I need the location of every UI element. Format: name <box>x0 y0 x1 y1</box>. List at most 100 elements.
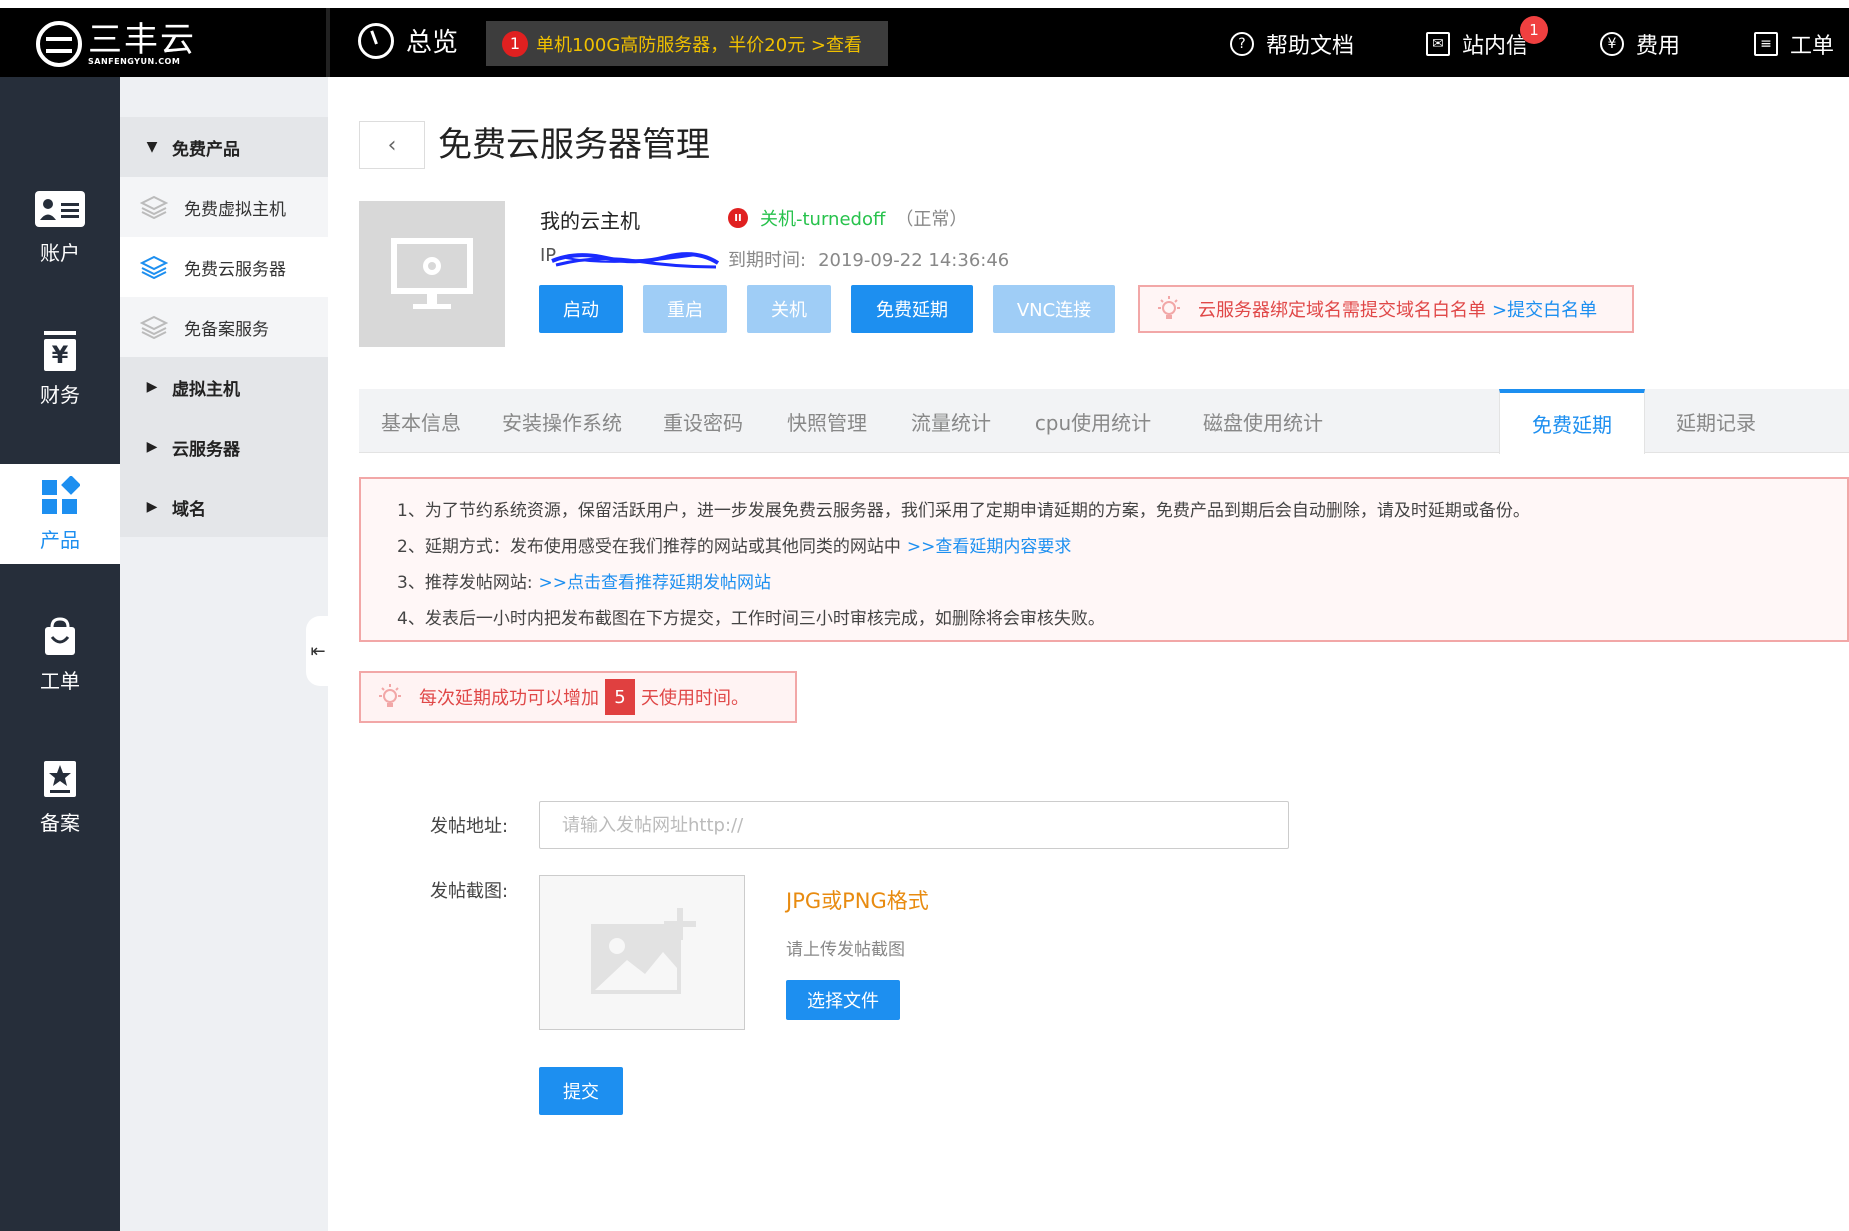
record-icon <box>35 759 85 799</box>
back-button[interactable]: ‹ <box>359 121 425 169</box>
billing-link[interactable]: ¥ 费用 <box>1600 28 1680 60</box>
message-count-badge: 1 <box>1520 16 1548 44</box>
sidebar-label-finance: 财务 <box>40 382 80 407</box>
bonus-days: 5 <box>605 679 635 715</box>
sidebar-item-free-cloud-server[interactable]: 免费云服务器 <box>120 237 328 297</box>
extend-rules: 1、为了节约系统资源，保留活跃用户，进一步发展免费云服务器，我们采用了定期申请延… <box>359 477 1849 642</box>
bonus-text-before: 每次延期成功可以增加 <box>419 688 599 709</box>
sidebar-item-product[interactable]: 产品 <box>0 464 120 564</box>
caret-down-icon: ▼ <box>146 139 158 155</box>
item-label-free-vhost: 免费虚拟主机 <box>184 199 286 220</box>
sidebar-item-ticket[interactable]: 工单 <box>0 605 120 705</box>
sidebar-item-no-record-service[interactable]: 免备案服务 <box>120 297 328 357</box>
lightbulb-icon <box>1158 296 1180 319</box>
post-url-label: 发帖地址: <box>430 816 509 837</box>
layers-icon <box>140 255 168 279</box>
overview-link[interactable]: 总览 <box>358 22 458 59</box>
view-requirements-link[interactable]: >>查看延期内容要求 <box>907 537 1072 557</box>
sidebar-label-product: 产品 <box>40 527 80 552</box>
tab-basic-info[interactable]: 基本信息 <box>359 389 483 453</box>
tab-cpu-stats[interactable]: cpu使用统计 <box>1013 389 1173 453</box>
sidebar-item-free-vhost[interactable]: 免费虚拟主机 <box>120 177 328 237</box>
group-label-free: 免费产品 <box>172 139 240 160</box>
rule-2: 2、延期方式：发布使用感受在我们推荐的网站或其他同类的网站中 >>查看延期内容要求 <box>397 529 1847 565</box>
screenshot-upload-area[interactable] <box>539 875 745 1030</box>
sidebar-group-cloud-server[interactable]: ▶ 云服务器 <box>120 417 328 477</box>
tab-extend-records[interactable]: 延期记录 <box>1645 389 1787 453</box>
help-docs-link[interactable]: ? 帮助文档 <box>1230 28 1354 60</box>
ticket-link[interactable]: ≡ 工单 <box>1754 28 1834 60</box>
messages-link[interactable]: ✉ 站内信 <box>1426 28 1528 60</box>
logo-text: 三丰云 SANFENGYUN.COM <box>88 23 196 66</box>
promo-number: 1 <box>502 30 528 57</box>
overview-label: 总览 <box>406 28 459 58</box>
tab-traffic-stats[interactable]: 流量统计 <box>889 389 1013 453</box>
ticket-label: 工单 <box>1790 34 1835 59</box>
post-url-input[interactable] <box>539 801 1289 849</box>
item-label-no-record: 免备案服务 <box>184 319 269 340</box>
main-sidebar: 账户 ¥ 财务 产品 工单 备案 <box>0 77 120 1231</box>
restart-button[interactable]: 重启 <box>643 285 727 333</box>
sidebar-item-account[interactable]: 账户 <box>0 177 120 277</box>
collapse-sidebar-button[interactable]: ⇤ <box>306 616 330 686</box>
sidebar-item-finance[interactable]: ¥ 财务 <box>0 319 120 419</box>
tab-free-extend[interactable]: 免费延期 <box>1499 389 1645 454</box>
server-thumbnail <box>359 201 505 347</box>
logo-domain: SANFENGYUN.COM <box>88 56 181 66</box>
sidebar-group-domain[interactable]: ▶ 域名 <box>120 477 328 537</box>
tab-install-os[interactable]: 安装操作系统 <box>483 389 641 453</box>
expiry-label: 到期时间: <box>728 250 807 271</box>
messages-label: 站内信 <box>1462 34 1529 59</box>
status-note: （正常） <box>895 209 968 230</box>
shutdown-button[interactable]: 关机 <box>747 285 831 333</box>
logo-mark-icon <box>36 21 82 67</box>
question-icon: ? <box>1230 32 1254 56</box>
monitor-icon <box>391 238 473 309</box>
sidebar-label-ticket: 工单 <box>40 668 80 693</box>
extend-bonus-notice: 每次延期成功可以增加 5 天使用时间。 <box>359 671 797 723</box>
tab-snapshots[interactable]: 快照管理 <box>765 389 889 453</box>
recommended-sites-link[interactable]: >>点击查看推荐延期发帖网站 <box>539 573 772 593</box>
server-expiry: 到期时间: 2019-09-22 14:36:46 <box>728 246 1009 272</box>
layers-icon <box>140 195 168 219</box>
tab-reset-password[interactable]: 重设密码 <box>641 389 765 453</box>
layers-icon <box>140 315 168 339</box>
server-ip: IP <box>540 245 720 271</box>
rule-3: 3、推荐发帖网站: >>点击查看推荐延期发帖网站 <box>397 565 1847 601</box>
add-image-icon <box>591 907 696 994</box>
item-label-free-cloud-server: 免费云服务器 <box>184 259 286 280</box>
caret-right-icon: ▶ <box>146 379 158 395</box>
billing-label: 费用 <box>1636 34 1681 59</box>
caret-right-icon: ▶ <box>146 439 158 455</box>
top-strip <box>0 0 1849 8</box>
submit-button[interactable]: 提交 <box>539 1067 623 1115</box>
submit-whitelist-link[interactable]: >提交白名单 <box>1492 296 1597 322</box>
status-text: 关机-turnedoff <box>760 209 886 230</box>
finance-icon: ¥ <box>35 330 85 371</box>
ticket-list-icon: ≡ <box>1754 32 1778 56</box>
svg-text:¥: ¥ <box>52 341 69 369</box>
logo[interactable]: 三丰云 SANFENGYUN.COM <box>36 20 196 68</box>
vnc-connect-button[interactable]: VNC连接 <box>993 285 1115 333</box>
sidebar-group-free-products[interactable]: ▼ 免费产品 <box>120 117 328 177</box>
sidebar-group-vhost[interactable]: ▶ 虚拟主机 <box>120 357 328 417</box>
yen-icon: ¥ <box>1600 32 1624 56</box>
server-status: II 关机-turnedoff （正常） <box>728 205 967 231</box>
rule-2-text: 2、延期方式：发布使用感受在我们推荐的网站或其他同类的网站中 <box>397 537 901 557</box>
choose-file-button[interactable]: 选择文件 <box>786 980 900 1020</box>
page-title: 免费云服务器管理 <box>438 125 710 165</box>
bonus-text-after: 天使用时间。 <box>641 688 749 709</box>
free-extend-button[interactable]: 免费延期 <box>851 285 973 333</box>
sidebar-label-account: 账户 <box>40 240 80 265</box>
start-button[interactable]: 启动 <box>539 285 623 333</box>
promo-banner[interactable]: 1 单机100G高防服务器，半价20元 >查看 <box>486 21 888 66</box>
main-content: ‹ 免费云服务器管理 我的云主机 II 关机-turnedoff （正常） IP… <box>328 77 1849 1231</box>
account-icon <box>35 189 85 229</box>
product-sidebar: ▼ 免费产品 免费虚拟主机 免费云服务器 免备案服务 ▶ 虚拟主机 ▶ 云服务器… <box>120 77 328 1231</box>
upload-hint: 请上传发帖截图 <box>786 940 905 960</box>
server-name: 我的云主机 <box>540 209 640 233</box>
sidebar-item-record[interactable]: 备案 <box>0 747 120 847</box>
whitelist-notice-text: 云服务器绑定域名需提交域名白名单 <box>1198 300 1486 321</box>
tab-disk-stats[interactable]: 磁盘使用统计 <box>1173 389 1353 453</box>
logo-name: 三丰云 <box>88 19 196 60</box>
